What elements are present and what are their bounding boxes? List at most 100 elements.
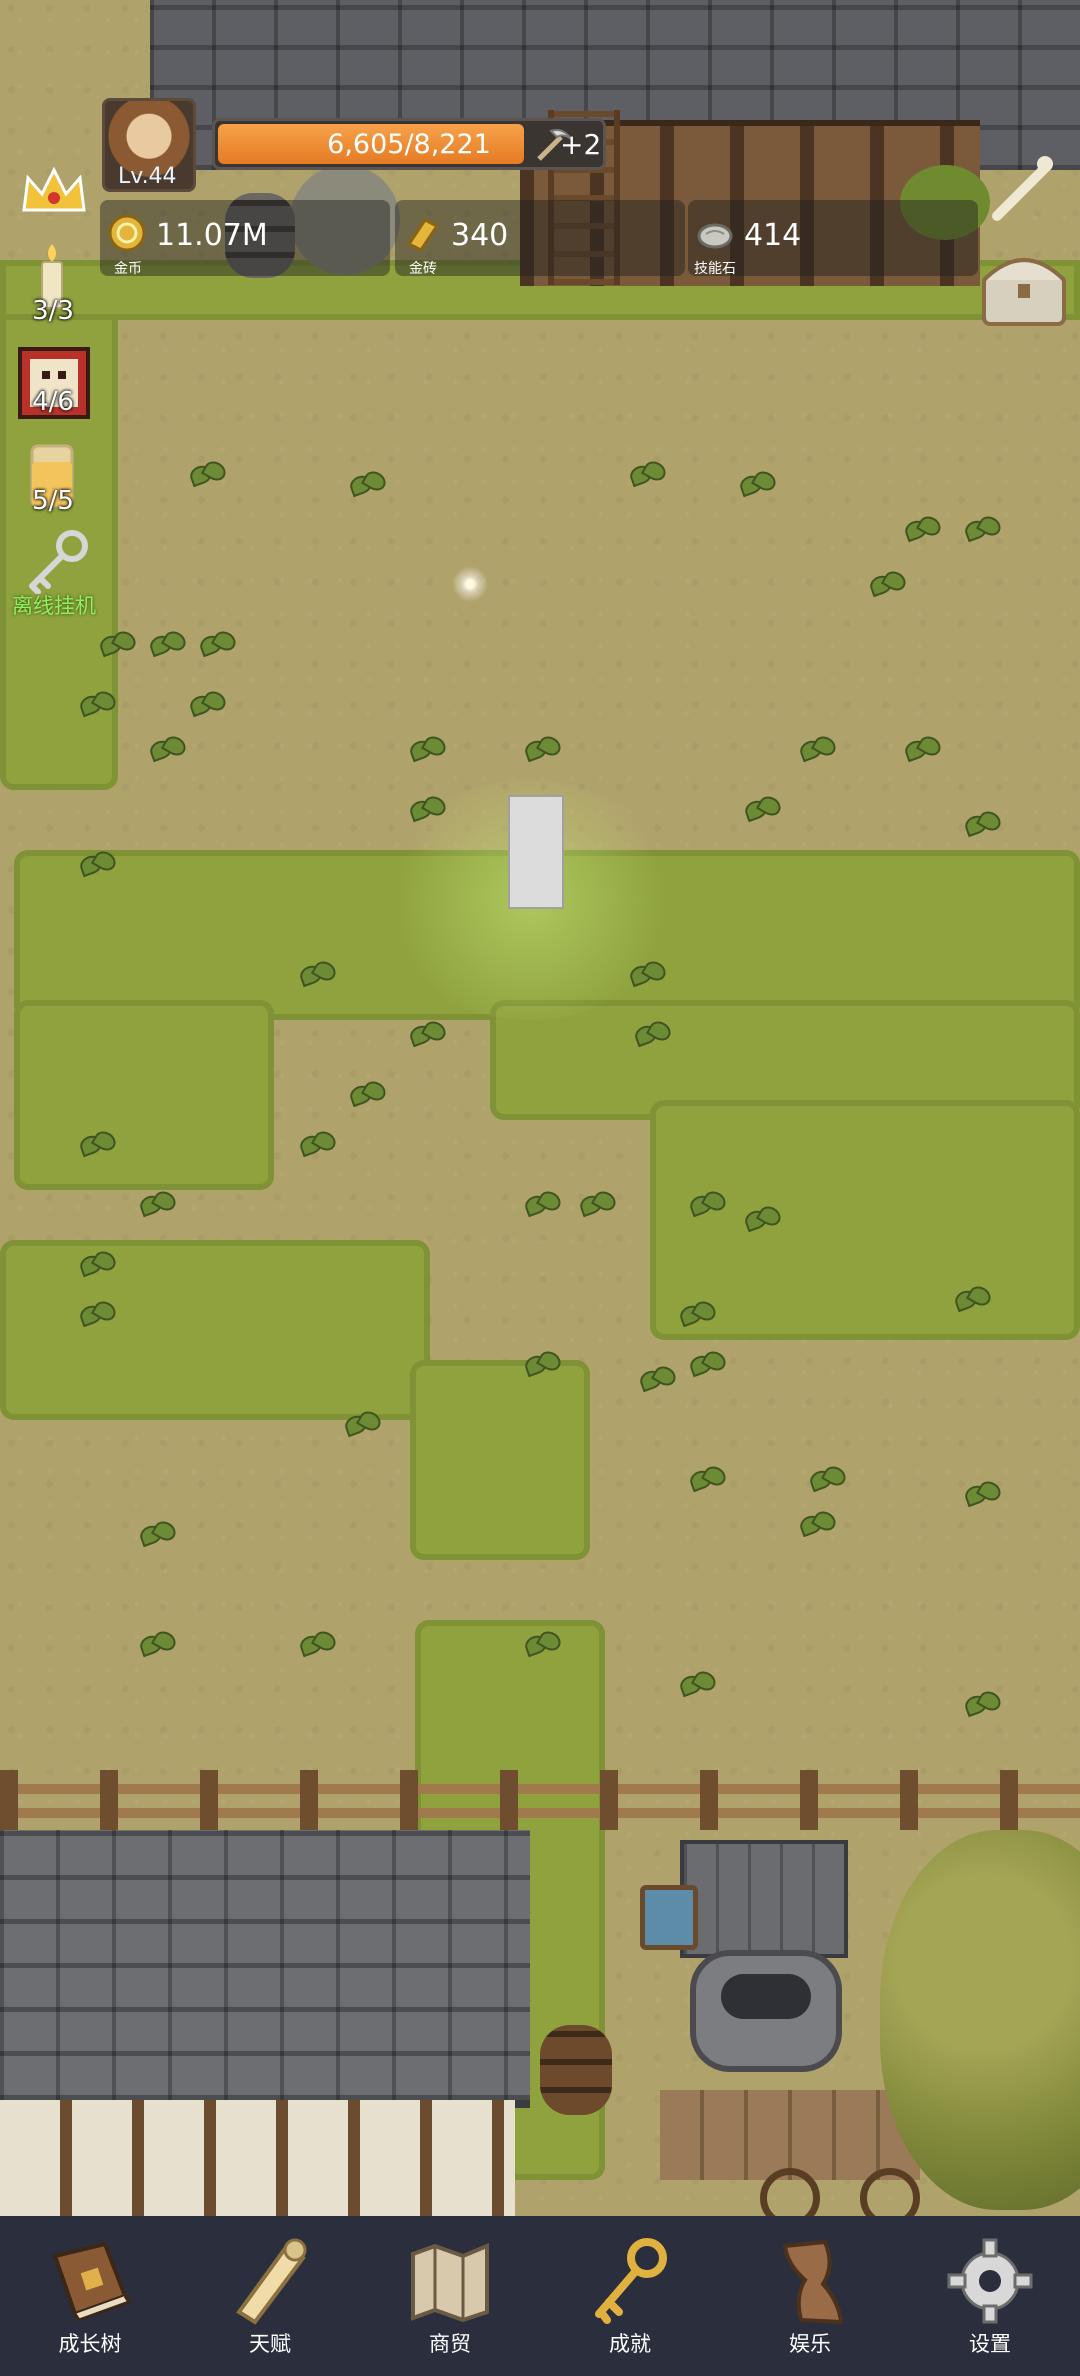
crop-sprout xyxy=(150,630,184,660)
nav-label-achievement: 成就 xyxy=(609,2332,651,2356)
book-icon xyxy=(52,2241,132,2322)
crop-sprout xyxy=(80,850,114,880)
crop-sprout xyxy=(905,515,939,545)
crop-sprout xyxy=(525,1630,559,1660)
nav-growth-tree[interactable]: 成长树 xyxy=(0,2216,180,2376)
crop-sprout xyxy=(190,690,224,720)
player-level: Lv.44 xyxy=(118,164,177,189)
house-wall xyxy=(0,2100,515,2216)
gold-brick-icon xyxy=(406,218,440,252)
crop-sprout xyxy=(350,1080,384,1110)
sparkle[interactable] xyxy=(448,562,492,606)
beer-counter[interactable]: 5/5 xyxy=(14,440,92,525)
crop-sprout xyxy=(580,1190,614,1220)
crop-sprout xyxy=(300,1630,334,1660)
crop-sprout xyxy=(965,1690,999,1720)
crop-sprout xyxy=(955,1285,989,1315)
gold-brick-value: 340 xyxy=(451,218,509,253)
crop-sprout xyxy=(80,1250,114,1280)
crop-sprout xyxy=(640,1365,674,1395)
crop-sprout xyxy=(140,1630,174,1660)
beer-count: 5/5 xyxy=(32,486,74,516)
grass-patch-mid-left xyxy=(14,1000,274,1190)
grass-patch-right xyxy=(650,1100,1080,1340)
crop-sprout xyxy=(680,1300,714,1330)
stone-well[interactable] xyxy=(690,1950,842,2072)
tree xyxy=(880,1830,1080,2210)
nav-label-growth-tree: 成长树 xyxy=(58,2332,122,2356)
crop-sprout xyxy=(810,1465,844,1495)
skill-stone-icon xyxy=(697,223,733,249)
candle-counter[interactable]: 3/3 xyxy=(14,240,92,330)
nav-label-settings: 设置 xyxy=(969,2332,1011,2356)
wooden-fence xyxy=(0,1770,1080,1830)
crop-sprout xyxy=(140,1190,174,1220)
skill-stone-label: 技能石 xyxy=(694,261,736,277)
crop-sprout xyxy=(345,1410,379,1440)
nav-entertainment[interactable]: 娱乐 xyxy=(720,2216,900,2376)
nav-trade[interactable]: 商贸 xyxy=(360,2216,540,2376)
crop-sprout xyxy=(410,795,444,825)
house-roof xyxy=(0,1830,530,2108)
crop-sprout xyxy=(905,735,939,765)
crop-sprout xyxy=(525,735,559,765)
gold-value: 11.07M xyxy=(156,218,268,253)
crop-sprout xyxy=(350,470,384,500)
crop-sprout xyxy=(965,515,999,545)
crop-sprout xyxy=(300,1130,334,1160)
resource-gold-brick[interactable]: 340 金砖 xyxy=(395,200,685,277)
crop-sprout xyxy=(200,630,234,660)
nav-settings[interactable]: 设置 xyxy=(900,2216,1080,2376)
crop-sprout xyxy=(410,735,444,765)
scroll-count: 4/6 xyxy=(32,387,74,417)
crop-sprout xyxy=(800,735,834,765)
crop-sprout xyxy=(680,1670,714,1700)
gold-label: 金币 xyxy=(114,261,142,277)
grass-band-lower xyxy=(0,1240,430,1420)
skill-stone-value: 414 xyxy=(744,218,802,253)
crop-sprout xyxy=(800,1510,834,1540)
nav-label-trade: 商贸 xyxy=(429,2332,471,2356)
crop-sprout xyxy=(870,570,904,600)
crop-sprout xyxy=(690,1465,724,1495)
game-screen: Lv.44 6,605/8,221 +2 11.07M 金币 340 金砖 41… xyxy=(0,0,1080,2376)
scroll-counter[interactable]: 4/6 xyxy=(14,345,92,425)
crop-sprout xyxy=(525,1190,559,1220)
crop-sprout xyxy=(80,690,114,720)
key-icon xyxy=(595,2238,667,2324)
gear-icon xyxy=(947,2238,1033,2324)
crop-sprout xyxy=(100,630,134,660)
bone-icon[interactable] xyxy=(985,152,1060,227)
resource-skill-stone[interactable]: 414 技能石 xyxy=(688,200,978,277)
treasure-chest-icon[interactable] xyxy=(980,248,1068,328)
crop-sprout xyxy=(410,1020,444,1050)
well-roof xyxy=(680,1840,848,1958)
offline-key-icon[interactable] xyxy=(22,528,92,594)
crop-sprout xyxy=(150,735,184,765)
crop-sprout xyxy=(635,1020,669,1050)
crop-sprout xyxy=(630,960,664,990)
parchment-icon xyxy=(782,2239,844,2325)
offline-idle-label[interactable]: 离线挂机 xyxy=(12,590,96,620)
pickaxe-bonus: +2 xyxy=(560,128,602,161)
crop-sprout xyxy=(690,1350,724,1380)
crop-sprout xyxy=(740,470,774,500)
map-icon xyxy=(411,2243,489,2323)
crown-icon[interactable] xyxy=(18,160,90,222)
gold-brick-label: 金砖 xyxy=(409,261,437,277)
gold-coin-icon xyxy=(108,214,146,252)
ghost-character[interactable] xyxy=(508,795,564,909)
grass-patch-lower xyxy=(410,1360,590,1560)
resource-gold[interactable]: 11.07M 金币 xyxy=(100,200,390,277)
crop-sprout xyxy=(140,1520,174,1550)
nav-achievement[interactable]: 成就 xyxy=(540,2216,720,2376)
crop-sprout xyxy=(525,1350,559,1380)
crop-sprout xyxy=(745,795,779,825)
bottom-nav: 成长树 天赋 商贸 成就 娱乐 设置 xyxy=(0,2216,1080,2376)
candle-count: 3/3 xyxy=(32,296,74,326)
crop-sprout xyxy=(690,1190,724,1220)
crop-sprout xyxy=(190,460,224,490)
crop-sprout xyxy=(300,960,334,990)
nav-talent[interactable]: 天赋 xyxy=(180,2216,360,2376)
nav-label-talent: 天赋 xyxy=(249,2332,291,2356)
